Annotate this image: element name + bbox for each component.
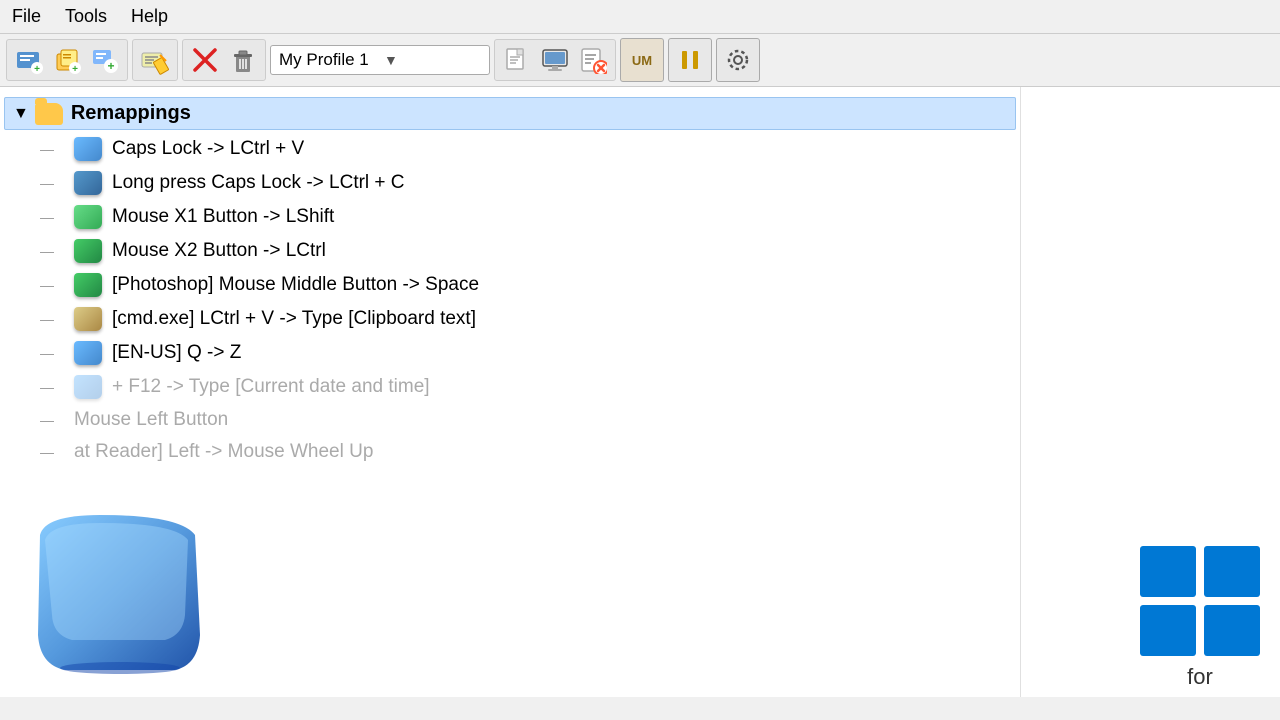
connector-9	[40, 412, 68, 428]
item-text-3: Mouse X1 Button -> LShift	[112, 206, 334, 228]
tree-item-3[interactable]: Mouse X1 Button -> LShift	[40, 200, 1020, 234]
key-icon-6	[74, 307, 102, 331]
monitor-button[interactable]	[537, 42, 573, 78]
profile-dropdown[interactable]: My Profile 1 ▼	[270, 45, 490, 75]
item-text-4: Mouse X2 Button -> LCtrl	[112, 240, 326, 262]
connector-5	[40, 277, 68, 293]
item-text-5: [Photoshop] Mouse Middle Button -> Space	[112, 274, 479, 296]
tree-item-8[interactable]: + F12 -> Type [Current date and time]	[40, 370, 1020, 404]
tree-items-container: Caps Lock -> LCtrl + V Long press Caps L…	[0, 132, 1020, 468]
connector-10	[40, 444, 68, 460]
svg-text:+: +	[107, 59, 114, 73]
tree-item-9[interactable]: Mouse Left Button	[40, 404, 1020, 436]
edit-button[interactable]	[137, 42, 173, 78]
item-text-2: Long press Caps Lock -> LCtrl + C	[112, 172, 405, 194]
connector-6	[40, 311, 68, 327]
tree-root-remappings[interactable]: ▼ Remappings	[4, 97, 1016, 130]
key-icon-7	[74, 341, 102, 365]
collapse-arrow-icon[interactable]: ▼	[13, 105, 29, 123]
trash-button[interactable]	[225, 42, 261, 78]
windows-label: for	[1140, 664, 1260, 690]
item-text-9: Mouse Left Button	[74, 409, 228, 431]
toolbar-group-add: + + +	[6, 39, 128, 81]
new-page-button[interactable]	[499, 42, 535, 78]
dropdown-arrow-icon: ▼	[384, 52, 481, 68]
add-profile-button[interactable]: +	[11, 42, 47, 78]
tree-item-4[interactable]: Mouse X2 Button -> LCtrl	[40, 234, 1020, 268]
key-icon-8	[74, 375, 102, 399]
toolbar: + + +	[0, 34, 1280, 87]
menu-tools[interactable]: Tools	[61, 4, 111, 29]
tree-root-label: Remappings	[71, 102, 191, 125]
toolbar-group-delete	[182, 39, 266, 81]
copy-profile-button[interactable]: +	[49, 42, 85, 78]
key-icon-5	[74, 273, 102, 297]
right-panel: for	[1020, 87, 1280, 697]
win-tile-1	[1140, 546, 1196, 597]
delete-button[interactable]	[187, 42, 223, 78]
folder-icon	[35, 103, 63, 125]
windows-logo-section: for	[1140, 546, 1260, 690]
tree-item-5[interactable]: [Photoshop] Mouse Middle Button -> Space	[40, 268, 1020, 302]
settings-button[interactable]	[716, 38, 760, 82]
item-text-6: [cmd.exe] LCtrl + V -> Type [Clipboard t…	[112, 308, 476, 330]
svg-text:+: +	[72, 64, 78, 74]
item-text-8: + F12 -> Type [Current date and time]	[112, 376, 430, 398]
connector-2	[40, 175, 68, 191]
tree-item-1[interactable]: Caps Lock -> LCtrl + V	[40, 132, 1020, 166]
key-icon-1	[74, 137, 102, 161]
tree-item-7[interactable]: [EN-US] Q -> Z	[40, 336, 1020, 370]
script-button[interactable]	[575, 42, 611, 78]
pause-button[interactable]	[668, 38, 712, 82]
connector-8	[40, 379, 68, 395]
add-item-button[interactable]: +	[87, 42, 123, 78]
key-icon-4	[74, 239, 102, 263]
win-tile-4	[1204, 605, 1260, 656]
toolbar-group-edit	[132, 39, 178, 81]
tree-item-6[interactable]: [cmd.exe] LCtrl + V -> Type [Clipboard t…	[40, 302, 1020, 336]
profile-name: My Profile 1	[279, 50, 376, 70]
menu-help[interactable]: Help	[127, 4, 172, 29]
win-tile-3	[1140, 605, 1196, 656]
win-tile-2	[1204, 546, 1260, 597]
connector-1	[40, 141, 68, 157]
item-text-7: [EN-US] Q -> Z	[112, 342, 241, 364]
menu-file[interactable]: File	[8, 4, 45, 29]
windows-logo	[1140, 546, 1260, 656]
tree-item-10[interactable]: at Reader] Left -> Mouse Wheel Up	[40, 436, 1020, 468]
item-text-1: Caps Lock -> LCtrl + V	[112, 138, 304, 160]
connector-7	[40, 345, 68, 361]
big-key-decoration	[20, 505, 220, 700]
main-content: ▼ Remappings Caps Lock -> LCtrl + V Long…	[0, 87, 1280, 697]
tree-item-2[interactable]: Long press Caps Lock -> LCtrl + C	[40, 166, 1020, 200]
svg-text:+: +	[34, 64, 40, 74]
connector-3	[40, 209, 68, 225]
um-button[interactable]: UM	[620, 38, 664, 82]
connector-4	[40, 243, 68, 259]
key-icon-2	[74, 171, 102, 195]
menu-bar: File Tools Help	[0, 0, 1280, 34]
toolbar-group-view	[494, 39, 616, 81]
item-text-10: at Reader] Left -> Mouse Wheel Up	[74, 441, 373, 463]
key-icon-3	[74, 205, 102, 229]
